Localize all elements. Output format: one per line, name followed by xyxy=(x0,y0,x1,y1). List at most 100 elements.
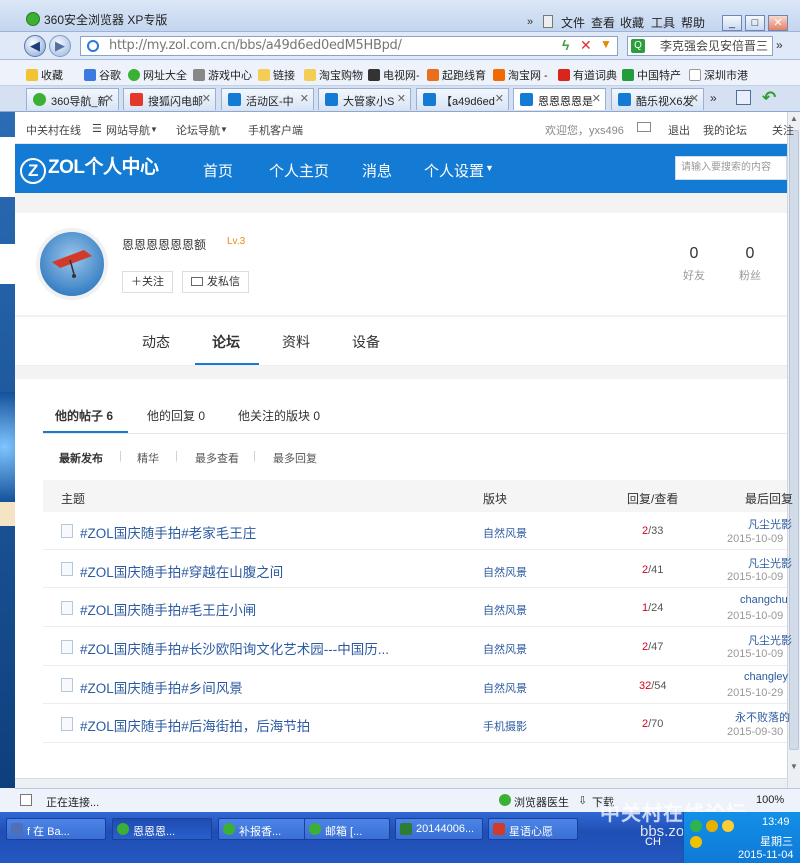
stop-icon[interactable]: ✕ xyxy=(580,37,592,54)
tab-list-icon[interactable]: » xyxy=(710,91,717,105)
back-button[interactable]: ◀ xyxy=(24,35,46,57)
tray-icon[interactable] xyxy=(690,836,702,848)
tab-sohu-mail[interactable]: 搜狐闪电邮 ✕ xyxy=(123,88,216,110)
ime-indicator[interactable]: CH xyxy=(645,836,661,848)
post-title[interactable]: #ZOL国庆随手拍#长沙欧阳询文化艺术园---中国历... xyxy=(80,638,389,658)
menu-help[interactable]: 帮助 xyxy=(681,14,705,31)
header-search-input[interactable]: 请输入要搜索的内容 xyxy=(675,156,787,180)
taskbar-item[interactable]: 星语心愿 xyxy=(488,818,578,840)
undo-icon[interactable]: ↶ xyxy=(762,88,776,108)
header-nav-personal[interactable]: 个人主页 xyxy=(269,160,329,181)
post-board[interactable]: 自然风景 xyxy=(483,641,527,657)
follow-link[interactable]: 关注 xyxy=(772,122,794,138)
subtab-replies[interactable]: 他的回复 0 xyxy=(147,407,205,424)
tab-close-icon[interactable]: ✕ xyxy=(592,92,601,105)
fav-collect[interactable]: 收藏 xyxy=(26,67,63,83)
url-input[interactable]: http://my.zol.com.cn/bbs/a49d6ed0edM5HBp… xyxy=(80,36,618,56)
menu-favorites[interactable]: 收藏 xyxy=(620,14,644,31)
fav-taobao-shop[interactable]: 淘宝购物 xyxy=(304,67,363,83)
scroll-down-icon[interactable]: ▼ xyxy=(790,762,798,772)
menu-file[interactable]: 文件 xyxy=(561,14,585,31)
tab-info[interactable]: 资料 xyxy=(282,332,310,352)
post-title[interactable]: #ZOL国庆随手拍#后海街拍，后海节拍 xyxy=(80,715,310,735)
fav-taobao[interactable]: 淘宝网 - xyxy=(493,67,548,83)
header-nav-messages[interactable]: 消息 xyxy=(362,160,392,181)
taskbar-item[interactable]: 补报香... xyxy=(218,818,318,840)
fav-specialty[interactable]: 中国特产 xyxy=(622,67,681,83)
taskbar-item[interactable]: 20144006... xyxy=(395,818,483,840)
tab-forum[interactable]: 论坛 xyxy=(212,332,240,352)
filter-featured[interactable]: 精华 xyxy=(137,450,159,466)
tab-close-icon[interactable]: ✕ xyxy=(397,92,406,105)
mail-icon[interactable] xyxy=(637,122,651,132)
last-reply-user[interactable]: 凡尘光影 xyxy=(748,555,792,571)
search-input[interactable]: 李克强会见安倍晋三 xyxy=(627,36,773,56)
horizontal-scrollbar[interactable] xyxy=(15,778,787,788)
post-board[interactable]: 手机摄影 xyxy=(483,718,527,734)
tray-icon[interactable] xyxy=(690,820,702,832)
subtab-my-posts[interactable]: 他的帖子 6 xyxy=(55,407,113,424)
home-icon[interactable] xyxy=(736,90,751,105)
last-reply-user[interactable]: 永不败落的 xyxy=(735,709,790,725)
fav-shenzhen[interactable]: 深圳市港 xyxy=(689,67,748,83)
follow-button[interactable]: ＋关注 xyxy=(122,271,173,293)
friends-stat[interactable]: 0 好友 xyxy=(674,245,714,283)
fav-games[interactable]: 游戏中心 xyxy=(193,67,252,83)
taskbar-item[interactable]: f 在 Ba... xyxy=(6,818,106,840)
tray-icon[interactable] xyxy=(722,820,734,832)
forward-button[interactable]: ▶ xyxy=(49,35,71,57)
close-button[interactable]: ✕ xyxy=(768,15,788,31)
tab-close-icon[interactable]: ✕ xyxy=(202,92,211,105)
taskbar-item[interactable]: 恩恩恩... xyxy=(112,818,212,840)
post-title[interactable]: #ZOL国庆随手拍#乡间风景 xyxy=(80,677,243,697)
tab-close-icon[interactable]: ✕ xyxy=(105,92,114,105)
filter-most-viewed[interactable]: 最多查看 xyxy=(195,450,239,466)
subtab-followed-boards[interactable]: 他关注的版块 0 xyxy=(238,407,320,424)
tab-close-icon[interactable]: ✕ xyxy=(690,92,699,105)
fav-youdao[interactable]: 有道词典 xyxy=(558,67,617,83)
browser-doctor-button[interactable]: 浏览器医生 xyxy=(514,794,569,810)
fav-links[interactable]: 链接 xyxy=(258,67,295,83)
post-board[interactable]: 自然风景 xyxy=(483,680,527,696)
avatar[interactable] xyxy=(36,228,108,300)
my-forum-link[interactable]: 我的论坛 xyxy=(703,122,747,138)
filter-most-replied[interactable]: 最多回复 xyxy=(273,450,317,466)
post-title[interactable]: #ZOL国庆随手拍#穿越在山腹之间 xyxy=(80,561,283,581)
post-title[interactable]: #ZOL国庆随手拍#毛王庄小闸 xyxy=(80,599,256,619)
post-title[interactable]: #ZOL国庆随手拍#老家毛王庄 xyxy=(80,522,256,542)
last-reply-user[interactable]: changley xyxy=(744,671,788,683)
tab-close-icon[interactable]: ✕ xyxy=(300,92,309,105)
search-engine-icon[interactable]: Q xyxy=(631,39,645,53)
page-icon[interactable] xyxy=(543,15,553,28)
fav-qipaoxian[interactable]: 起跑线育 xyxy=(427,67,486,83)
header-nav-settings[interactable]: 个人设置 xyxy=(424,160,484,181)
last-reply-user[interactable]: 凡尘光影 xyxy=(748,516,792,532)
send-message-button[interactable]: 发私信 xyxy=(182,271,249,293)
last-reply-user[interactable]: changchu xyxy=(740,594,788,606)
nav-forum-guide[interactable]: 论坛导航 xyxy=(176,122,220,138)
nav-mobile-client[interactable]: 手机客户端 xyxy=(248,122,303,138)
header-nav-home[interactable]: 首页 xyxy=(203,160,233,181)
menu-view[interactable]: 查看 xyxy=(591,14,615,31)
tab-close-icon[interactable]: ✕ xyxy=(495,92,504,105)
tab-devices[interactable]: 设备 xyxy=(352,332,380,352)
tab-kulesh[interactable]: 酷乐视X6发 ✕ xyxy=(611,88,704,110)
zol-logo[interactable]: Z ZOL个人中心 xyxy=(20,152,159,184)
filter-latest[interactable]: 最新发布 xyxy=(59,450,103,466)
zoom-level[interactable]: 100% xyxy=(756,794,784,806)
nav-site-guide[interactable]: 网站导航 xyxy=(106,122,150,138)
tab-360-nav[interactable]: 360导航_新 ✕ xyxy=(26,88,119,110)
tab-profile[interactable]: 恩恩恩恩是 ✕ xyxy=(513,88,606,110)
post-board[interactable]: 自然风景 xyxy=(483,602,527,618)
last-reply-user[interactable]: 凡尘光影 xyxy=(748,632,792,648)
tab-activity[interactable]: 活动区-中 ✕ xyxy=(221,88,314,110)
lightning-icon[interactable]: ϟ xyxy=(562,37,569,53)
fav-sites[interactable]: 网址大全 xyxy=(128,67,187,83)
fav-google[interactable]: 谷歌 xyxy=(84,67,121,83)
tab-activity-feed[interactable]: 动态 xyxy=(142,332,170,352)
tray-icon[interactable] xyxy=(706,820,718,832)
search-go-icon[interactable]: » xyxy=(776,38,783,52)
page-scrollbar[interactable]: ▲ ▼ xyxy=(787,112,800,788)
minimize-button[interactable]: _ xyxy=(722,15,742,31)
menu-tools[interactable]: 工具 xyxy=(651,14,675,31)
